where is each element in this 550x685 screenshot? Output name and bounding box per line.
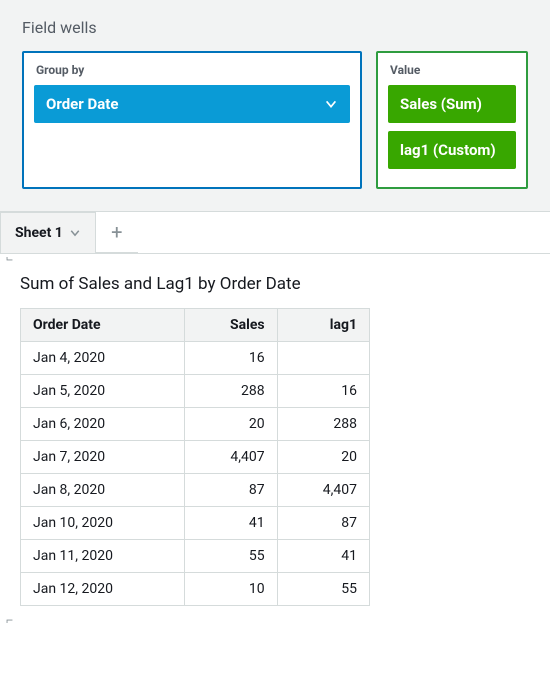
cell-lag1: 288 <box>277 408 369 441</box>
pivot-table: Order Date Sales lag1 Jan 4, 202016Jan 5… <box>20 308 370 606</box>
sheet-tab[interactable]: Sheet 1 <box>0 212 96 253</box>
plus-icon: + <box>111 220 122 244</box>
field-wells-panel: Field wells Group by Order Date Value Sa… <box>0 0 550 212</box>
cell-order-date: Jan 4, 2020 <box>21 342 185 375</box>
value-field-label: lag1 (Custom) <box>400 141 496 159</box>
group-by-field-pill[interactable]: Order Date <box>34 85 350 123</box>
value-well[interactable]: Value Sales (Sum) lag1 (Custom) <box>376 51 528 189</box>
table-header-row: Order Date Sales lag1 <box>21 309 370 342</box>
value-label: Value <box>388 63 516 77</box>
cell-sales: 10 <box>184 573 277 606</box>
table-row[interactable]: Jan 11, 20205541 <box>21 540 370 573</box>
cell-order-date: Jan 10, 2020 <box>21 507 185 540</box>
cell-lag1: 4,407 <box>277 474 369 507</box>
selection-corner-icon: ⌐ <box>6 614 13 626</box>
value-field-pill[interactable]: Sales (Sum) <box>388 85 516 123</box>
column-header[interactable]: Order Date <box>21 309 185 342</box>
add-sheet-button[interactable]: + <box>96 212 138 253</box>
table-row[interactable]: Jan 10, 20204187 <box>21 507 370 540</box>
sheet-tabs-bar: Sheet 1 + <box>0 212 550 254</box>
group-by-field-label: Order Date <box>46 95 118 113</box>
group-by-label: Group by <box>34 63 350 77</box>
cell-sales: 55 <box>184 540 277 573</box>
column-header[interactable]: lag1 <box>277 309 369 342</box>
table-row[interactable]: Jan 4, 202016 <box>21 342 370 375</box>
field-wells-title: Field wells <box>22 18 528 37</box>
cell-order-date: Jan 5, 2020 <box>21 375 185 408</box>
cell-lag1: 16 <box>277 375 369 408</box>
cell-lag1: 41 <box>277 540 369 573</box>
table-row[interactable]: Jan 6, 202020288 <box>21 408 370 441</box>
cell-order-date: Jan 6, 2020 <box>21 408 185 441</box>
cell-lag1: 87 <box>277 507 369 540</box>
cell-sales: 16 <box>184 342 277 375</box>
table-row[interactable]: Jan 7, 20204,40720 <box>21 441 370 474</box>
column-header[interactable]: Sales <box>184 309 277 342</box>
visual-title: Sum of Sales and Lag1 by Order Date <box>20 274 530 294</box>
cell-sales: 20 <box>184 408 277 441</box>
value-field-label: Sales (Sum) <box>400 95 482 113</box>
cell-order-date: Jan 12, 2020 <box>21 573 185 606</box>
table-row[interactable]: Jan 8, 2020874,407 <box>21 474 370 507</box>
cell-order-date: Jan 7, 2020 <box>21 441 185 474</box>
cell-sales: 288 <box>184 375 277 408</box>
chevron-down-icon <box>69 227 81 239</box>
cell-order-date: Jan 11, 2020 <box>21 540 185 573</box>
table-row[interactable]: Jan 12, 20201055 <box>21 573 370 606</box>
chevron-down-icon <box>324 97 338 111</box>
field-wells-row: Group by Order Date Value Sales (Sum) la… <box>22 51 528 189</box>
group-by-well[interactable]: Group by Order Date <box>22 51 362 189</box>
cell-lag1: 55 <box>277 573 369 606</box>
cell-sales: 87 <box>184 474 277 507</box>
sheet-canvas: ⌐ Sum of Sales and Lag1 by Order Date Or… <box>0 254 550 626</box>
cell-lag1 <box>277 342 369 375</box>
cell-lag1: 20 <box>277 441 369 474</box>
sheet-tab-label: Sheet 1 <box>15 225 63 241</box>
selection-corner-icon: ⌐ <box>6 254 13 266</box>
cell-sales: 4,407 <box>184 441 277 474</box>
cell-order-date: Jan 8, 2020 <box>21 474 185 507</box>
value-field-pill[interactable]: lag1 (Custom) <box>388 131 516 169</box>
cell-sales: 41 <box>184 507 277 540</box>
table-row[interactable]: Jan 5, 202028816 <box>21 375 370 408</box>
